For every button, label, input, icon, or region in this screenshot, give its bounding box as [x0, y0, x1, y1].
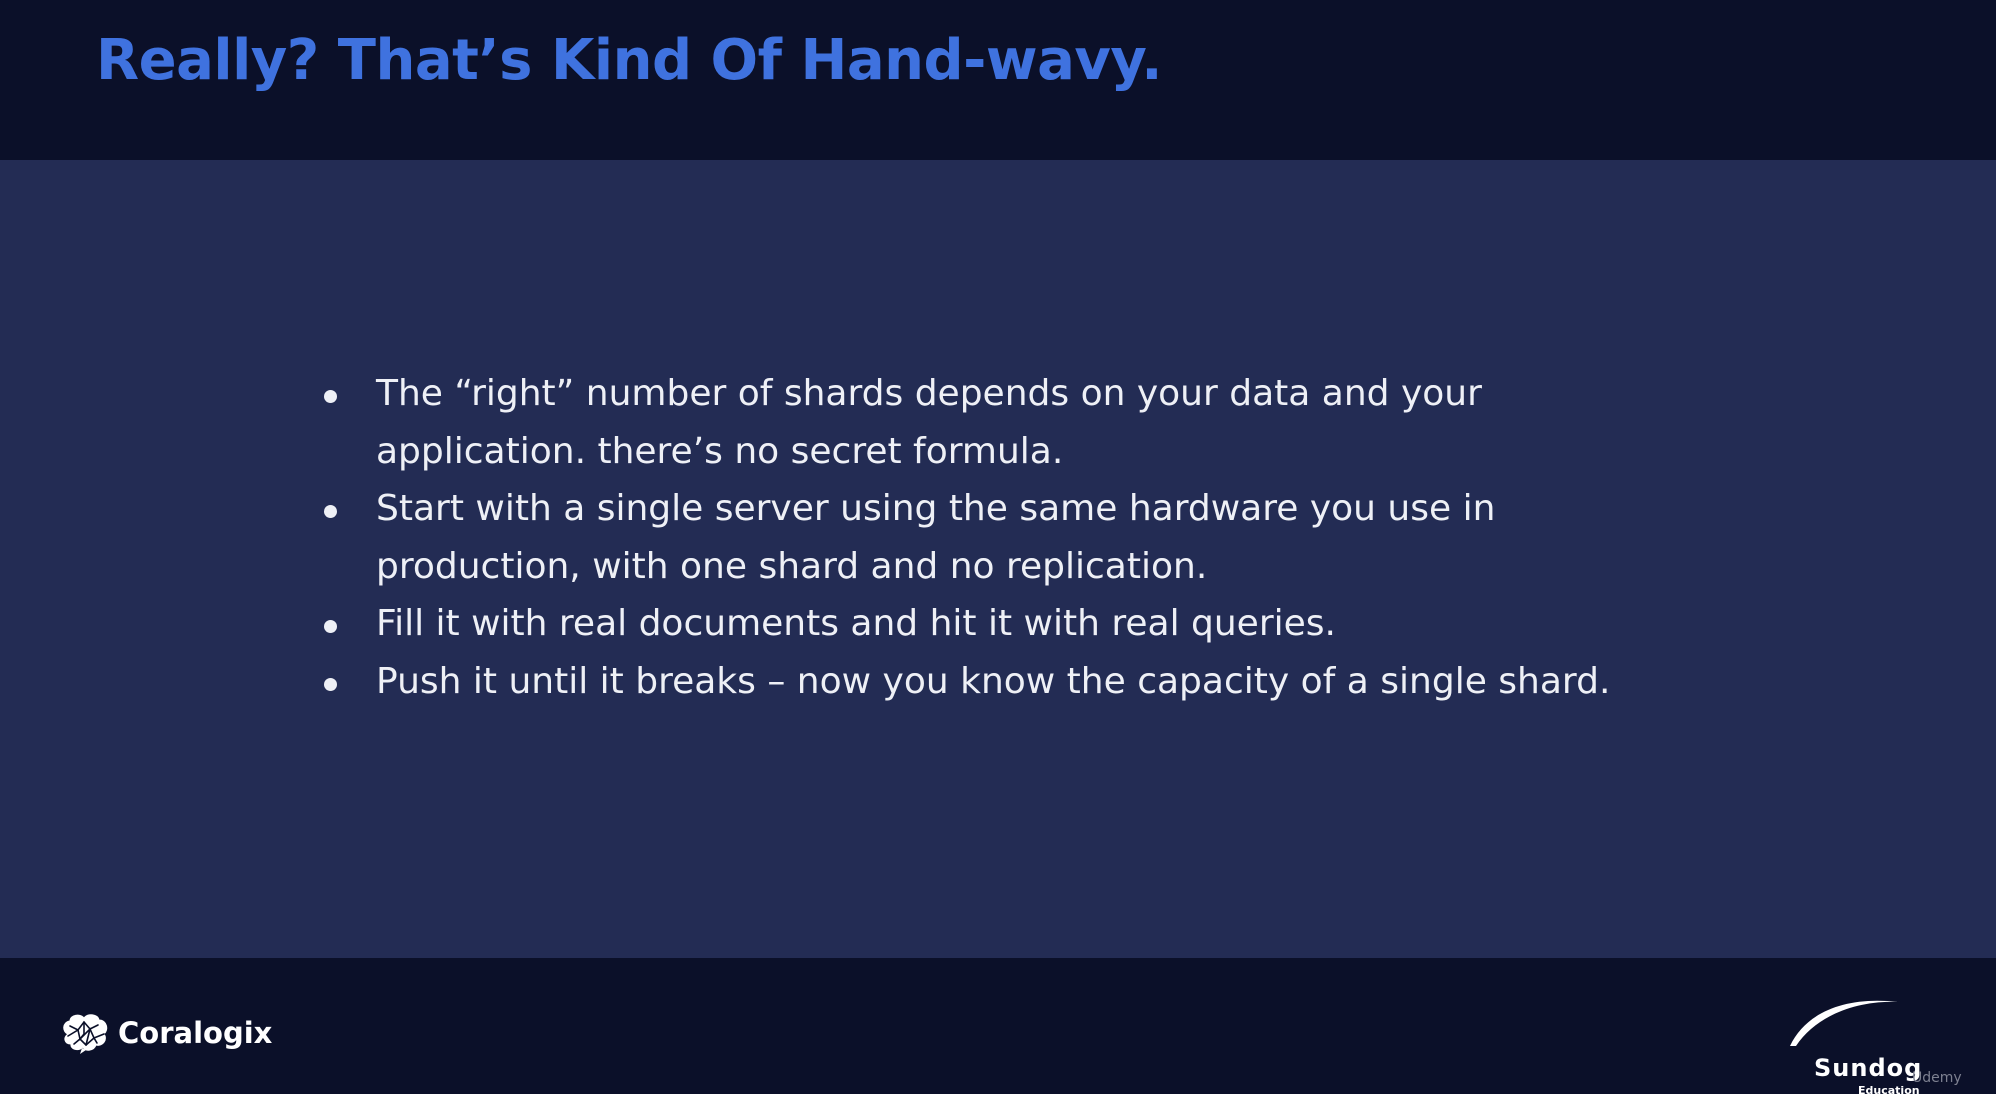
slide-title: Really? That’s Kind Of Hand-wavy. — [96, 28, 1163, 93]
bullet-text: Push it until it breaks – now you know t… — [376, 660, 1611, 702]
bullet-text: Fill it with real documents and hit it w… — [376, 603, 1336, 644]
bullet-list: The “right” number of shards depends on … — [318, 365, 1738, 710]
bullet-item: Start with a single server using the sam… — [318, 480, 1738, 595]
sundog-name: Sundog — [1814, 1054, 1923, 1082]
bullet-item: The “right” number of shards depends on … — [318, 365, 1738, 480]
bullet-text: The “right” number of shards depends on … — [376, 373, 1482, 414]
bullet-dot-icon — [324, 390, 337, 403]
bullet-dot-icon — [324, 677, 337, 691]
slide-header: Really? That’s Kind Of Hand-wavy. — [0, 0, 1996, 160]
slide-footer: Coralogix Sundog Education Udemy — [0, 958, 1996, 1094]
udemy-watermark: Udemy — [1912, 1070, 1962, 1086]
bullet-item: Fill it with real documents and hit it w… — [318, 595, 1738, 653]
sundog-subtitle: Education — [1858, 1084, 1920, 1094]
brain-icon — [63, 1014, 108, 1054]
bullet-item: Push it until it breaks – now you know t… — [318, 653, 1738, 711]
bullet-text: Start with a single server using the sam… — [376, 488, 1496, 529]
bullet-text: application. there’s no secret formula. — [376, 430, 1064, 472]
coralogix-name: Coralogix — [118, 1016, 273, 1050]
slide: Really? That’s Kind Of Hand-wavy. The “r… — [0, 0, 1996, 1094]
sundog-arc-icon — [1790, 1000, 1898, 1046]
coralogix-logo: Coralogix — [60, 1012, 272, 1054]
bullet-dot-icon — [324, 505, 337, 518]
bullet-text: production, with one shard and no replic… — [376, 545, 1208, 587]
bullet-dot-icon — [324, 620, 337, 633]
slide-content: The “right” number of shards depends on … — [0, 160, 1996, 958]
